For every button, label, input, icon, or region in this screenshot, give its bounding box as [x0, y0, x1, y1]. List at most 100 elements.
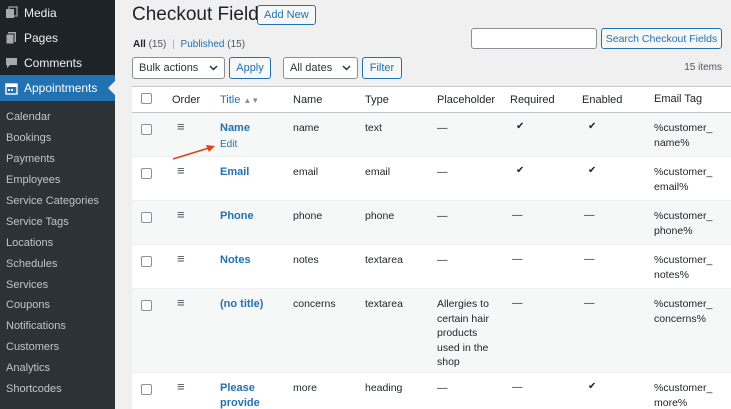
status-filter-links: All (15) | Published (15) — [133, 39, 245, 50]
apply-button[interactable]: Apply — [229, 57, 271, 79]
email-tag-cont: more% — [654, 396, 688, 409]
page-title: Checkout Fields — [132, 4, 269, 25]
row-checkbox[interactable] — [141, 212, 152, 223]
submenu-item-analytics[interactable]: Analytics — [0, 358, 115, 379]
menu-item-appointments[interactable]: Appointments — [0, 75, 115, 101]
row-checkbox[interactable] — [141, 256, 152, 267]
field-type: email — [365, 166, 391, 178]
field-name: notes — [293, 254, 319, 266]
field-placeholder: — — [437, 254, 448, 266]
enabled-value: — — [584, 253, 595, 265]
email-tag: %customer_ — [654, 254, 713, 266]
field-name: more — [293, 382, 317, 394]
table-row: ≡ (no title) concerns textarea Allergies… — [132, 289, 731, 373]
filter-published-count: (15) — [227, 39, 246, 50]
placeholder-line: used in the — [437, 341, 489, 354]
enabled-check-icon: ✔ — [588, 121, 597, 132]
field-title-link[interactable]: Phone — [220, 209, 293, 224]
submenu-item-locations[interactable]: Locations — [0, 232, 115, 253]
pages-icon — [4, 31, 18, 45]
submenu-item-calendar[interactable]: Calendar — [0, 107, 115, 128]
submenu-item-services[interactable]: Services — [0, 274, 115, 295]
required-value: — — [512, 297, 523, 309]
submenu-item-employees[interactable]: Employees — [0, 170, 115, 191]
row-checkbox[interactable] — [141, 124, 152, 135]
column-title-label: Title — [220, 93, 241, 106]
required-check-icon: ✔ — [516, 121, 525, 132]
add-new-button[interactable]: Add New — [257, 5, 316, 25]
field-title-link[interactable]: Please — [220, 381, 293, 396]
menu-item-label: Comments — [24, 55, 83, 70]
column-header-type: Type — [365, 93, 389, 106]
menu-item-label: Media — [24, 5, 57, 20]
email-tag: %customer_ — [654, 298, 713, 310]
row-checkbox[interactable] — [141, 300, 152, 311]
column-header-enabled: Enabled — [582, 93, 623, 106]
select-all-checkbox[interactable] — [141, 92, 152, 104]
date-filter-value: All dates — [290, 62, 333, 74]
field-type: heading — [365, 382, 403, 394]
search-checkout-fields-button[interactable]: Search Checkout Fields — [601, 28, 722, 49]
submenu-item-service-categories[interactable]: Service Categories — [0, 191, 115, 212]
required-check-icon: ✔ — [516, 165, 525, 176]
table-row: ≡ Name Edit name text — ✔ ✔ %customer_ na… — [132, 113, 731, 157]
field-type: textarea — [365, 298, 403, 310]
submenu-item-bookings[interactable]: Bookings — [0, 128, 115, 149]
field-title-link[interactable]: (no title) — [220, 297, 293, 312]
submenu-item-service-tags[interactable]: Service Tags — [0, 211, 115, 232]
row-checkbox[interactable] — [141, 168, 152, 179]
placeholder-line: shop — [437, 356, 460, 368]
menu-item-pages[interactable]: Pages — [0, 25, 115, 50]
bulk-actions-select[interactable]: Bulk actions — [132, 57, 225, 79]
field-title-link-cont[interactable]: provide — [220, 396, 293, 409]
submenu-item-schedules[interactable]: Schedules — [0, 253, 115, 274]
field-name: name — [293, 122, 320, 134]
field-title-link[interactable]: Notes — [220, 253, 293, 268]
sort-icon: ▲▼ — [243, 95, 260, 105]
email-tag-cont: name% — [654, 136, 690, 149]
table-row: ≡ Please provide more heading — — ✔ %cus… — [132, 373, 731, 409]
menu-item-label: Pages — [24, 30, 59, 45]
row-checkbox[interactable] — [141, 384, 152, 395]
menu-item-comments[interactable]: Comments — [0, 50, 115, 75]
enabled-value: — — [584, 297, 595, 309]
submenu-item-notifications[interactable]: Notifications — [0, 316, 115, 337]
calendar-icon — [4, 81, 18, 95]
filter-all-link[interactable]: All — [133, 39, 146, 50]
required-value: — — [512, 209, 523, 221]
drag-handle-icon[interactable]: ≡ — [177, 119, 185, 134]
field-placeholder: Allergies to certain hair products used … — [437, 289, 510, 370]
drag-handle-icon[interactable]: ≡ — [177, 379, 185, 394]
date-filter-select[interactable]: All dates — [283, 57, 358, 79]
field-type: text — [365, 122, 382, 134]
column-header-name: Name — [293, 93, 323, 106]
column-header-placeholder: Placeholder — [437, 93, 496, 106]
annotation-arrow-icon — [172, 145, 215, 160]
email-tag: %customer_ — [654, 166, 713, 178]
field-placeholder: — — [437, 122, 448, 134]
menu-item-media[interactable]: Media — [0, 0, 115, 25]
table-row: ≡ Phone phone phone — — — %customer_ phon… — [132, 201, 731, 245]
drag-handle-icon[interactable]: ≡ — [177, 207, 185, 222]
field-type: phone — [365, 210, 395, 222]
submenu-item-customers[interactable]: Customers — [0, 337, 115, 358]
field-name: email — [293, 166, 319, 178]
email-tag-cont: email% — [654, 180, 689, 193]
email-tag-cont: concerns% — [654, 312, 706, 325]
enabled-check-icon: ✔ — [588, 381, 597, 392]
field-title-link[interactable]: Name — [220, 121, 293, 136]
search-input[interactable] — [471, 28, 597, 49]
field-title-link[interactable]: Email — [220, 165, 293, 180]
filter-button[interactable]: Filter — [362, 57, 402, 79]
submenu-item-shortcodes[interactable]: Shortcodes — [0, 379, 115, 400]
filter-published-link[interactable]: Published — [181, 39, 225, 50]
submenu-item-payments[interactable]: Payments — [0, 149, 115, 170]
edit-link[interactable]: Edit — [220, 139, 293, 150]
items-count: 15 items — [684, 62, 722, 73]
drag-handle-icon[interactable]: ≡ — [177, 251, 185, 266]
drag-handle-icon[interactable]: ≡ — [177, 295, 185, 310]
drag-handle-icon[interactable]: ≡ — [177, 163, 185, 178]
table-row: ≡ Notes notes textarea — — — %customer_ n… — [132, 245, 731, 289]
submenu-item-coupons[interactable]: Coupons — [0, 295, 115, 316]
column-header-title[interactable]: Title ▲▼ — [220, 94, 293, 106]
